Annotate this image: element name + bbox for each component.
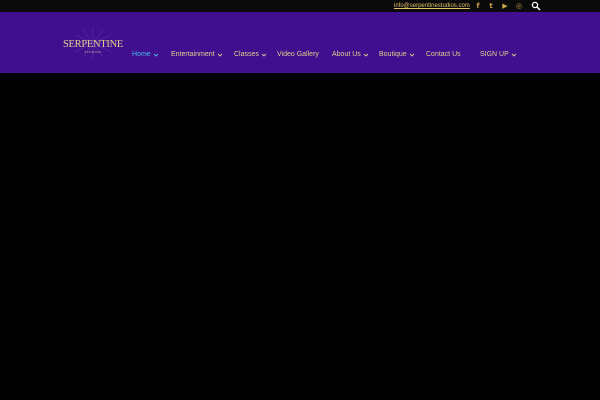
twitter-icon[interactable]: t [487,2,495,10]
nav-boutique-label: Boutique [379,51,407,58]
main-content [0,73,600,400]
chevron-down-icon [153,53,159,57]
nav-classes-label: Classes [234,51,259,58]
instagram-icon[interactable]: ◎ [515,2,523,10]
nav-entertainment[interactable]: Entertainment [171,50,223,60]
chevron-down-icon [217,53,222,57]
nav-sign-up[interactable]: SIGN UP [480,50,517,60]
email-link[interactable]: info@serpentinestudios.com [394,2,470,10]
svg-text:STUDIOS: STUDIOS [85,50,102,54]
search-icon[interactable] [531,1,541,11]
site-header: SERPENTINE STUDIOS Home Entertainment Cl… [0,12,600,73]
chevron-down-icon [511,53,517,57]
nav-sign-up-label: SIGN UP [480,51,509,58]
nav-about-us-label: About Us [332,51,361,58]
nav-home-label: Home [132,51,151,58]
nav-boutique[interactable]: Boutique [379,50,415,60]
nav-contact-us[interactable]: Contact Us [426,50,461,60]
youtube-icon[interactable]: ▶ [501,2,509,10]
nav-video-gallery[interactable]: Video Gallery [277,50,319,60]
chevron-down-icon [409,53,414,57]
chevron-down-icon [261,53,267,57]
nav-about-us[interactable]: About Us [332,50,369,60]
nav-classes[interactable]: Classes [234,50,267,60]
nav-home[interactable]: Home [132,50,159,60]
nav-video-gallery-label: Video Gallery [277,51,319,58]
svg-text:SERPENTINE: SERPENTINE [63,39,123,50]
facebook-icon[interactable]: f [474,2,482,10]
nav-contact-us-label: Contact Us [426,51,461,58]
chevron-down-icon [363,53,369,57]
nav-entertainment-label: Entertainment [171,51,215,58]
serpentine-studios-logo[interactable]: SERPENTINE STUDIOS [58,26,128,76]
top-bar: info@serpentinestudios.com f t ▶ ◎ [0,0,600,12]
